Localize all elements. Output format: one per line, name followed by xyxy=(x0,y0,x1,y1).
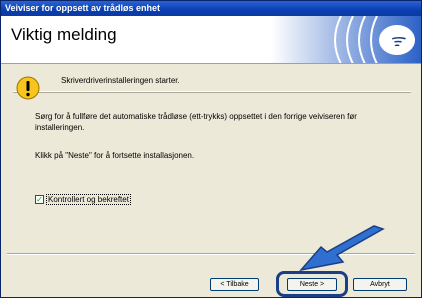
back-button[interactable]: < Tilbake xyxy=(210,278,259,291)
window-title: Veiviser for oppsett av trådløs enhet xyxy=(1,1,421,16)
arrow-pointer-icon xyxy=(299,225,385,272)
instruction-paragraph: Sørg for å fullføre det automatiske tråd… xyxy=(35,112,357,132)
next-button[interactable]: Neste > xyxy=(287,278,337,291)
page-title: Viktig melding xyxy=(11,25,117,44)
confirm-checkbox-row[interactable]: ✓ Kontrollert og bekreftet xyxy=(35,194,131,205)
confirm-checkbox[interactable]: ✓ xyxy=(35,195,44,204)
warning-icon xyxy=(16,76,40,100)
header-panel: Viktig melding ᯤ xyxy=(1,16,421,64)
warning-text: Skriverdriverinstalleringen starter. xyxy=(61,76,180,85)
svg-text:ᯤ: ᯤ xyxy=(389,31,406,50)
confirm-checkbox-label[interactable]: Kontrollert og bekreftet xyxy=(46,194,131,205)
wizard-window: Veiviser for oppsett av trådløs enhet Vi… xyxy=(0,0,422,298)
cancel-button[interactable]: Avbryt xyxy=(353,278,407,291)
next-instruction: Klikk på "Neste" for å fortsette install… xyxy=(35,151,195,160)
wireless-logo-icon: ᯤ xyxy=(271,16,421,63)
